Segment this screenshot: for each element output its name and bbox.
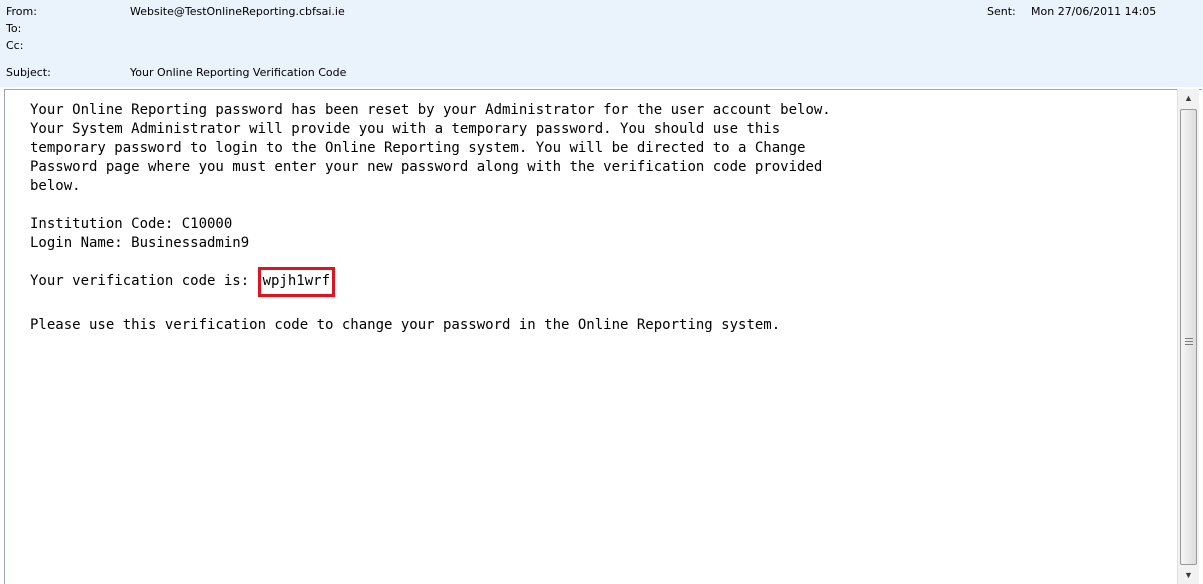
scroll-down-icon[interactable]: ▼ [1178, 566, 1199, 584]
subject-value: Your Online Reporting Verification Code [130, 66, 347, 79]
scroll-up-icon[interactable]: ▲ [1178, 89, 1199, 107]
subject-row: Subject: Your Online Reporting Verificat… [0, 65, 1203, 81]
message-header: From: Website@TestOnlineReporting.cbfsai… [0, 0, 1203, 87]
verification-line: Your verification code is: wpjh1wrf [30, 267, 1170, 297]
cc-row: Cc: [0, 38, 1203, 54]
login-name-line: Login Name: Businessadmin9 [30, 235, 250, 251]
verification-code-highlight: wpjh1wrf [257, 267, 336, 297]
message-body[interactable]: Your Online Reporting password has been … [30, 101, 1170, 335]
closing-line: Please use this verification code to cha… [30, 317, 781, 333]
scrollbar-thumb[interactable] [1180, 109, 1197, 565]
sent-timestamp: Mon 27/06/2011 14:05 [1031, 5, 1157, 18]
subject-label: Subject: [6, 66, 51, 79]
institution-code-line: Institution Code: C10000 [30, 216, 233, 232]
vertical-scrollbar[interactable]: ▲ ▼ [1177, 89, 1199, 584]
grip-icon [1185, 338, 1193, 345]
intro-paragraph: Your Online Reporting password has been … [30, 102, 831, 194]
from-address[interactable]: Website@TestOnlineReporting.cbfsai.ie [130, 4, 345, 20]
verification-prefix: Your verification code is: [30, 273, 258, 289]
sent-label: Sent: [987, 5, 1016, 18]
to-row: To: [0, 21, 1203, 37]
from-row: From: Website@TestOnlineReporting.cbfsai… [0, 4, 1203, 20]
cc-label: Cc: [6, 39, 24, 52]
verification-code: wpjh1wrf [262, 273, 331, 289]
from-label: From: [6, 5, 37, 18]
to-label: To: [6, 22, 22, 35]
